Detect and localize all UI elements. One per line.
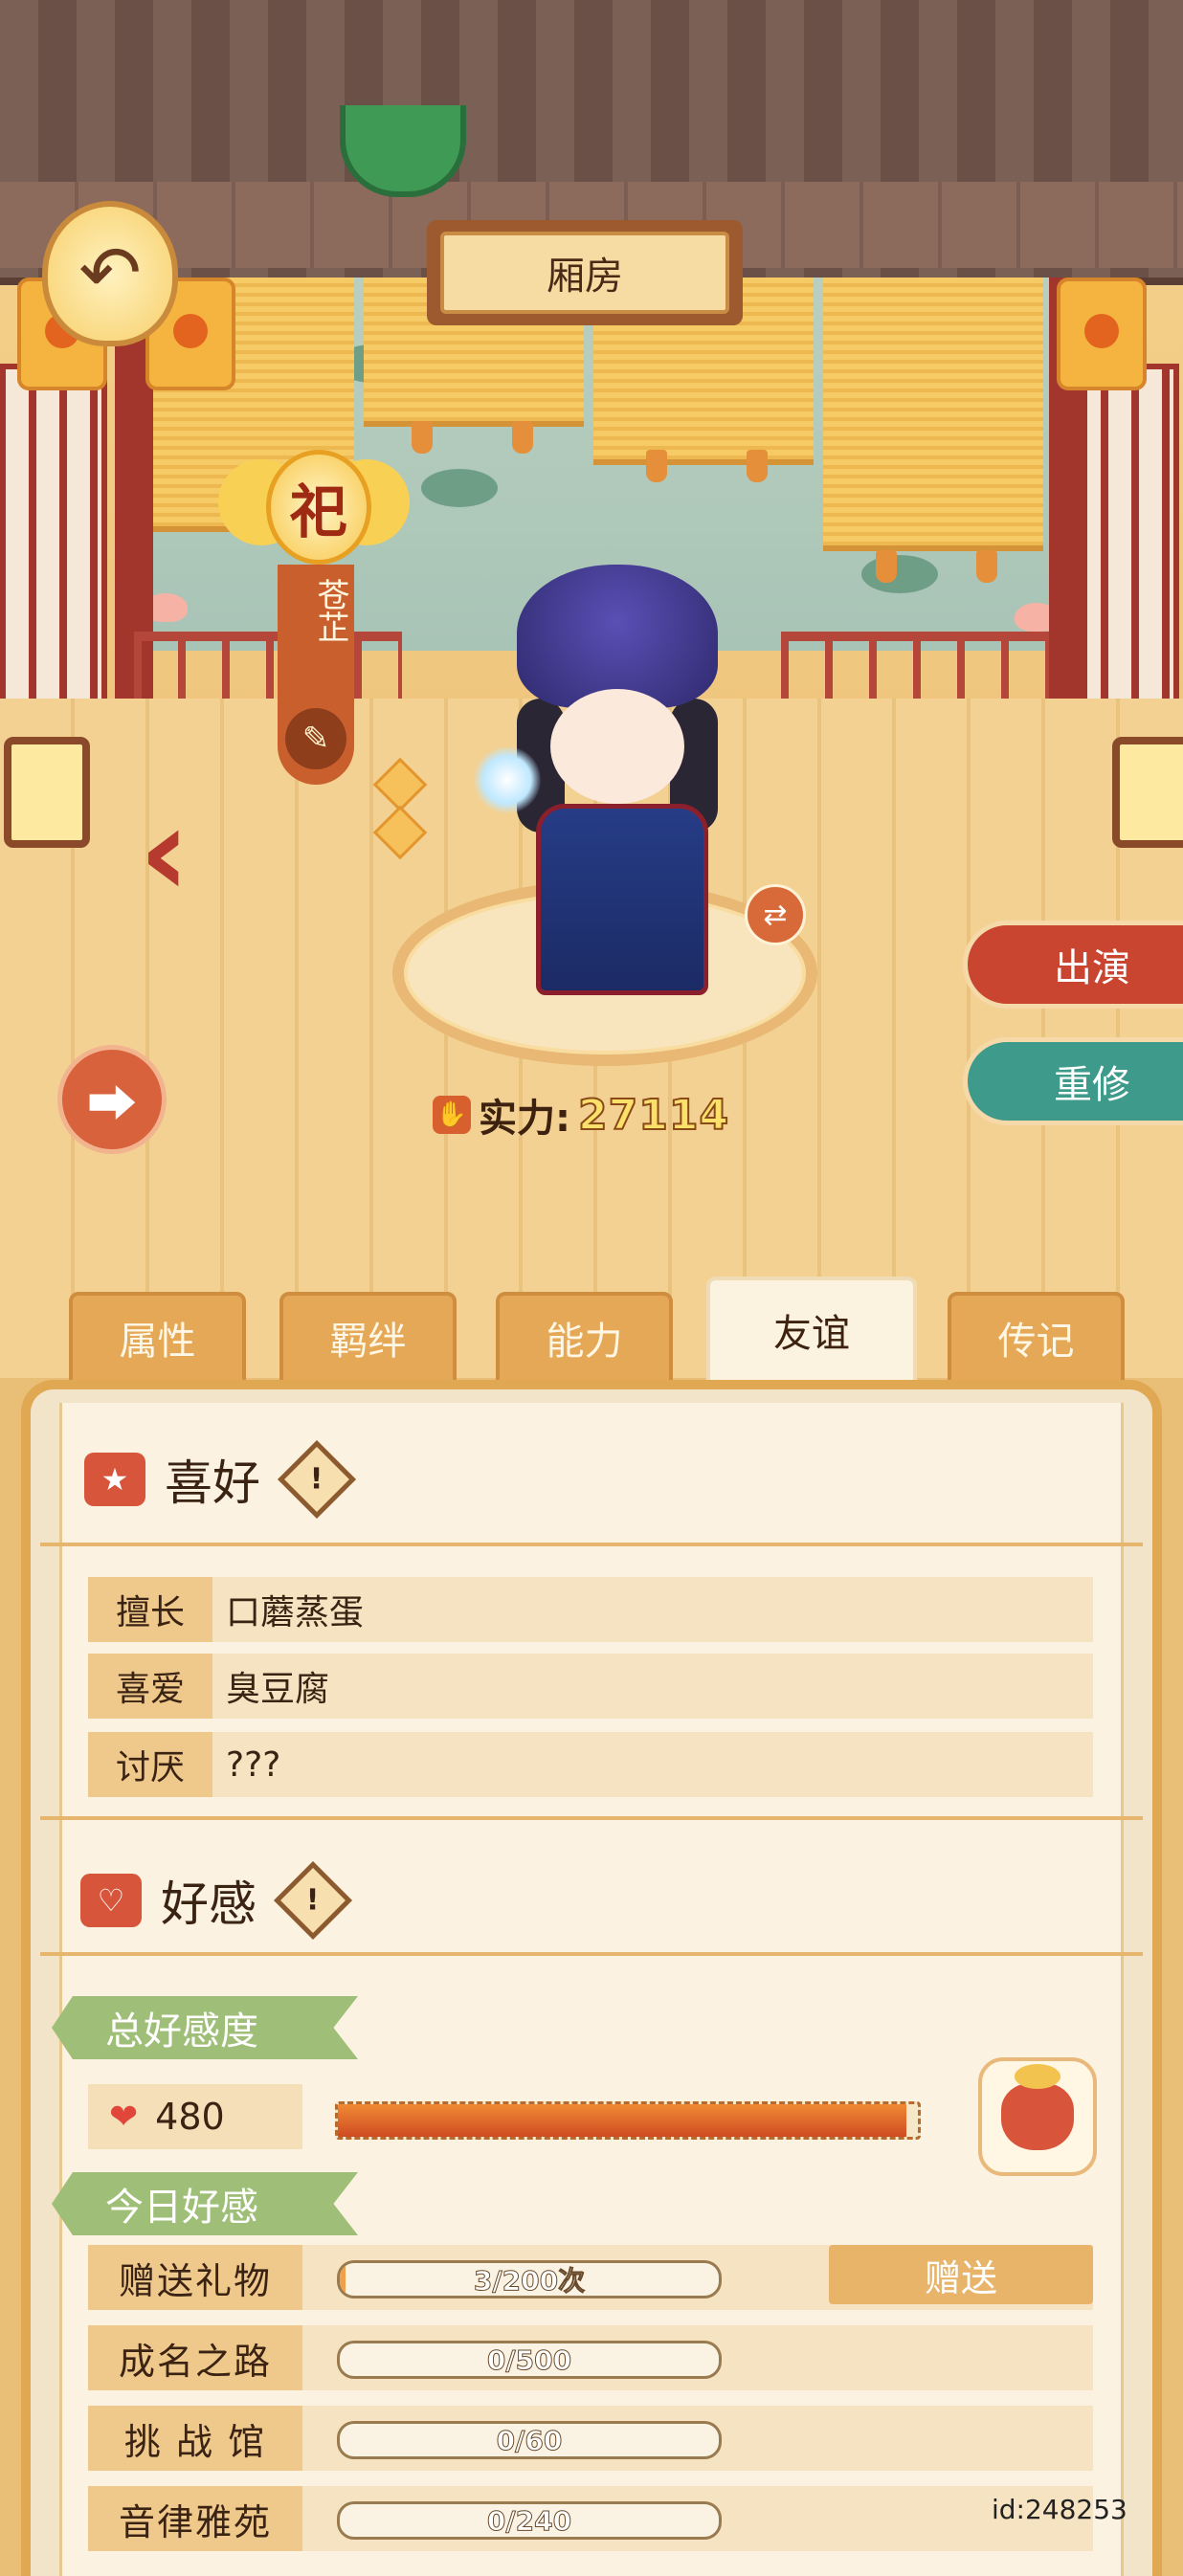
rename-brush-button[interactable]: ✎ [285,708,346,769]
daily-progress-bar: 0/60 [337,2421,722,2459]
daily-progress-bar: 0/240 [337,2501,722,2540]
blind-tassel [412,421,433,454]
friendship-panel [21,1380,1162,2576]
preferences-header: ★ 喜好 ! [84,1439,357,1520]
tab-bonds[interactable]: 羁绊 [279,1292,457,1384]
section-divider [40,1543,1143,1546]
today-affection-ribbon: 今日好感 [52,2172,358,2235]
power-label: 实力: [479,1097,570,1141]
hanging-lantern [1057,278,1147,390]
character-name-tag: 苍芷 ✎ [278,565,354,785]
heart-tag-icon: ♡ [80,1874,142,1927]
gift-bag-icon [1001,2064,1074,2150]
spirit-orb [474,746,541,813]
section-divider [40,1952,1143,1956]
preference-row: 擅长 口蘑蒸蛋 [88,1577,1093,1642]
total-affection-ribbon: 总好感度 [52,1996,358,2059]
preferences-title: 喜好 [165,1455,260,1511]
exclamation-icon: ! [306,1883,320,1918]
total-affection-bar [335,2101,921,2140]
daily-row: 成名之路 0/500 [88,2325,1093,2390]
floor-lantern-right [1112,737,1183,848]
arrow-back-icon: ↶ [78,231,142,317]
tab-attributes[interactable]: 属性 [69,1292,246,1384]
daily-progress-bar: 0/500 [337,2341,722,2379]
power-display: ✋ 实力: 27114 [433,1086,729,1144]
preference-key: 喜爱 [88,1654,212,1719]
daily-row: 音律雅苑 0/240 [88,2486,1093,2551]
daily-key: 赠送礼物 [88,2245,302,2310]
bamboo-blind [823,278,1043,551]
character-avatar[interactable] [474,565,737,995]
title-plaque: 厢房 [427,220,743,325]
rank-glyph: 祀 [266,450,371,565]
blind-tassel [876,550,897,583]
page-title: 厢房 [440,232,729,314]
preference-key: 擅长 [88,1577,212,1642]
tab-friendship[interactable]: 友谊 [706,1277,917,1384]
preference-key: 讨厌 [88,1732,212,1797]
daily-progress-text: 3/200次 [473,2265,586,2297]
thumb-up-icon: ✋ [433,1096,471,1134]
power-value: 27114 [577,1090,730,1141]
total-affection-fill [338,2104,906,2137]
exclamation-icon: ! [310,1462,324,1497]
floor-lantern-left [4,737,90,848]
retrain-button[interactable]: 重修 [963,1037,1183,1125]
blind-tassel [646,450,667,482]
preference-value: ??? [226,1744,281,1785]
heart-icon: ❤ [109,2097,139,2137]
previous-character-arrow[interactable]: ‹ [139,789,225,914]
character-name: 苍芷 [311,578,349,643]
blind-tassel [747,450,768,482]
daily-progress-fill [340,2263,346,2296]
daily-progress-text: 0/500 [486,2343,572,2376]
info-button[interactable]: ! [277,1439,357,1520]
tab-biography[interactable]: 传记 [948,1292,1125,1384]
affection-header: ♡ 好感 ! [80,1860,353,1941]
gift-bag-button[interactable] [978,2057,1097,2176]
preference-value: 口蘑蒸蛋 [226,1593,365,1632]
daily-progress-bar: 3/200次 [337,2260,722,2298]
affection-value-box: ❤ 480 [88,2084,302,2149]
user-id: id:248253 [992,2494,1127,2525]
daily-row: 挑 战 馆 0/60 [88,2406,1093,2471]
brush-icon: ✎ [301,720,330,758]
star-tag-icon: ★ [84,1453,145,1506]
info-button[interactable]: ! [273,1860,353,1941]
swap-icon: ⇄ [763,898,788,932]
preference-row: 喜爱 臭豆腐 [88,1654,1093,1719]
section-divider [40,1816,1143,1820]
perform-button[interactable]: 出演 [963,921,1183,1009]
share-button[interactable]: ⮕ [57,1045,167,1154]
lotus-leaf [421,469,498,507]
character-face [550,689,684,804]
daily-progress-text: 0/240 [486,2504,572,2537]
blind-tassel [512,421,533,454]
daily-progress-text: 0/60 [496,2424,563,2456]
daily-key: 成名之路 [88,2325,302,2390]
character-robe [536,804,708,995]
tab-abilities[interactable]: 能力 [496,1292,673,1384]
share-icon: ⮕ [86,1076,137,1134]
character-headdress [517,565,718,708]
swap-costume-button[interactable]: ⇄ [745,884,806,945]
preference-value: 臭豆腐 [226,1670,330,1709]
affection-value: 480 [155,2096,225,2138]
lotus-leaf [861,555,938,593]
daily-key: 挑 战 馆 [88,2406,302,2471]
daily-key: 音律雅苑 [88,2486,302,2551]
back-button[interactable]: ↶ [42,201,178,346]
preference-row: 讨厌 ??? [88,1732,1093,1797]
gift-button[interactable]: 赠送 [829,2245,1093,2304]
blind-tassel [976,550,997,583]
affection-title: 好感 [161,1876,257,1932]
